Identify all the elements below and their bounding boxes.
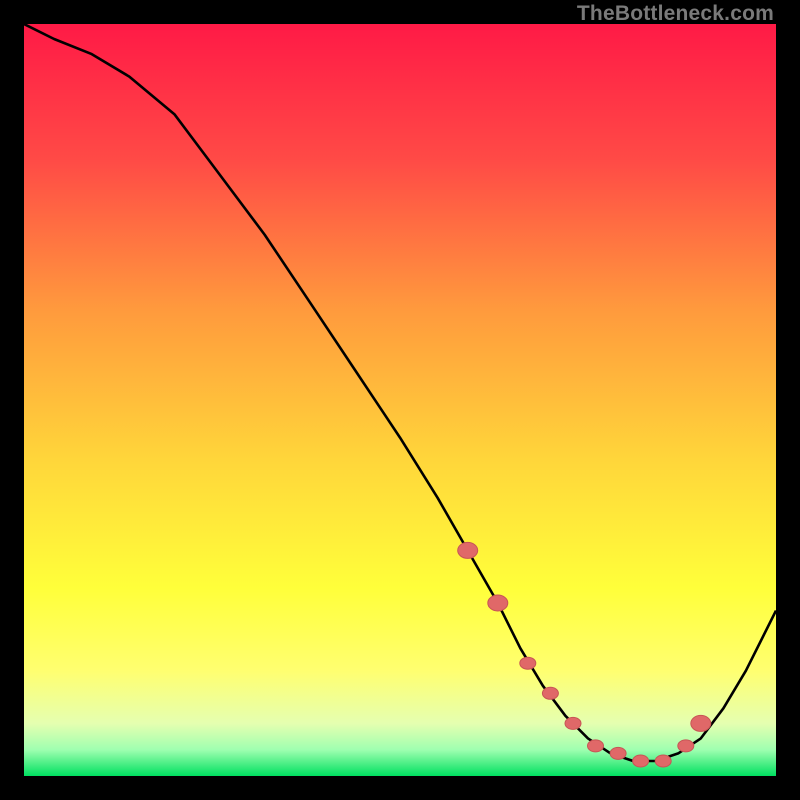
plot-svg <box>24 24 776 776</box>
gradient-background <box>24 24 776 776</box>
marker-point <box>633 755 649 767</box>
plot-area <box>24 24 776 776</box>
marker-point <box>691 715 711 731</box>
chart-frame: TheBottleneck.com <box>0 0 800 800</box>
marker-point <box>610 747 626 759</box>
marker-point <box>542 687 558 699</box>
marker-point <box>588 740 604 752</box>
marker-point <box>488 595 508 611</box>
marker-point <box>565 717 581 729</box>
marker-point <box>520 657 536 669</box>
marker-point <box>678 740 694 752</box>
marker-point <box>458 542 478 558</box>
marker-point <box>655 755 671 767</box>
watermark-text: TheBottleneck.com <box>577 2 774 26</box>
